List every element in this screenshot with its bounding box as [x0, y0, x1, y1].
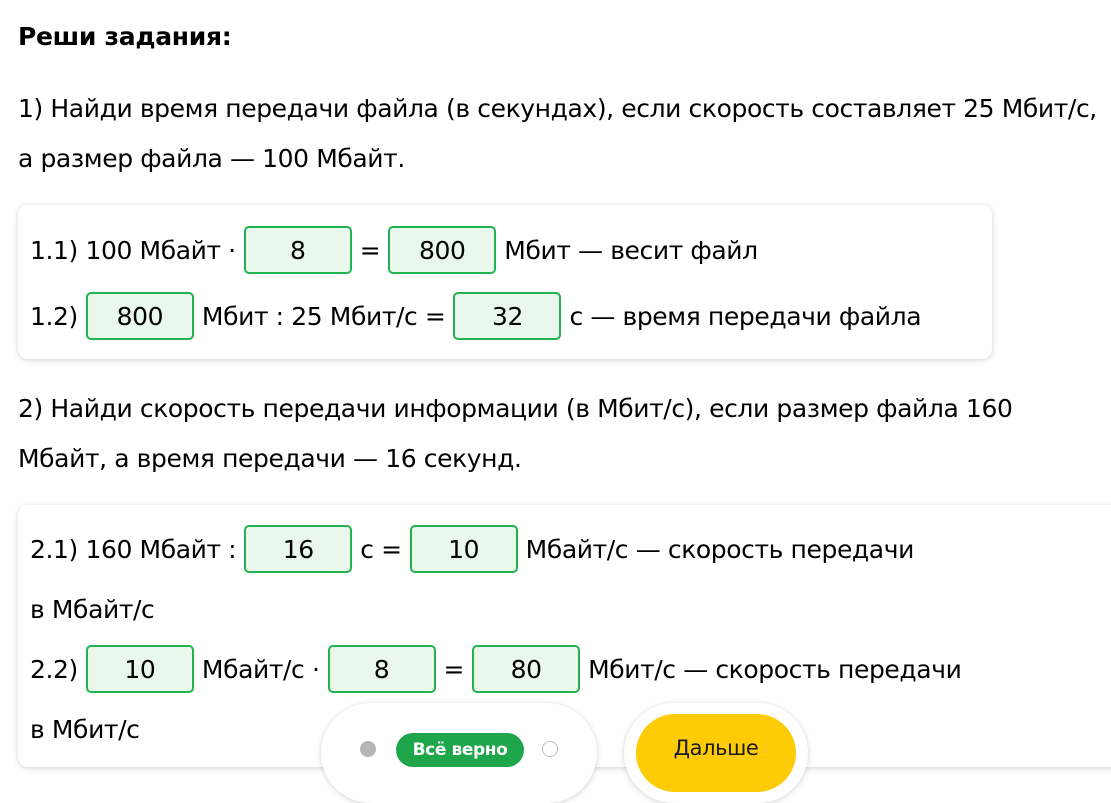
step-1-2-prefix: 1.2)	[30, 301, 78, 331]
answer-field[interactable]: 80	[472, 645, 581, 693]
step-1-1: 1.1) 100 Мбайт · 8 = 800 Мбит — весит фа…	[30, 222, 758, 278]
page-title: Реши задания:	[18, 22, 232, 51]
step-2-2-suffix: Мбит/с — скорость передачи	[588, 654, 962, 684]
step-2-2-prefix: 2.2)	[30, 654, 78, 684]
step-2-1-suffix: Мбайт/с — скорость передачи	[525, 534, 915, 564]
step-1-1-prefix: 1.1) 100 Мбайт ·	[30, 235, 236, 265]
answer-field[interactable]: 8	[243, 226, 352, 274]
equals-sign: =	[359, 235, 381, 265]
step-2-1: 2.1) 160 Мбайт : 16 с = 10 Мбайт/с — ско…	[30, 521, 914, 577]
answer-field[interactable]: 800	[388, 226, 497, 274]
status-badge: Всё верно	[396, 733, 524, 767]
progress-dot-done	[360, 741, 376, 757]
step-1-2-mid: Мбит : 25 Мбит/с =	[201, 301, 446, 331]
step-2-1-prefix: 2.1) 160 Мбайт :	[30, 534, 237, 564]
progress-dot-empty	[542, 741, 558, 757]
answer-field[interactable]: 32	[453, 292, 562, 340]
answer-field[interactable]: 10	[85, 645, 194, 693]
step-2-2-mid: Мбайт/с ·	[201, 654, 320, 684]
step-2-1-cont: в Мбайт/с	[30, 594, 155, 624]
answer-field[interactable]: 800	[85, 292, 194, 340]
step-1-2: 1.2) 800 Мбит : 25 Мбит/с = 32 с — время…	[30, 288, 922, 344]
next-button[interactable]: Дальше	[636, 714, 796, 792]
task-1-card: 1.1) 100 Мбайт · 8 = 800 Мбит — весит фа…	[18, 205, 992, 359]
answer-field[interactable]: 10	[409, 525, 518, 573]
step-2-2-continuation: в Мбит/с	[30, 701, 140, 757]
step-2-1-mid: с =	[360, 534, 402, 564]
step-2-2: 2.2) 10 Мбайт/с · 8 = 80 Мбит/с — скорос…	[30, 641, 962, 697]
task-2-text: 2) Найди скорость передачи информации (в…	[18, 394, 1013, 473]
step-1-2-suffix: с — время передачи файла	[569, 301, 922, 331]
task-1-text: 1) Найди время передачи файла (в секунда…	[18, 94, 1097, 173]
answer-field[interactable]: 16	[244, 525, 353, 573]
answer-field[interactable]: 8	[327, 645, 436, 693]
step-1-1-suffix: Мбит — весит файл	[504, 235, 758, 265]
step-2-1-continuation: в Мбайт/с	[30, 581, 155, 637]
step-2-2-cont: в Мбит/с	[30, 714, 140, 744]
equals-sign: =	[443, 654, 465, 684]
